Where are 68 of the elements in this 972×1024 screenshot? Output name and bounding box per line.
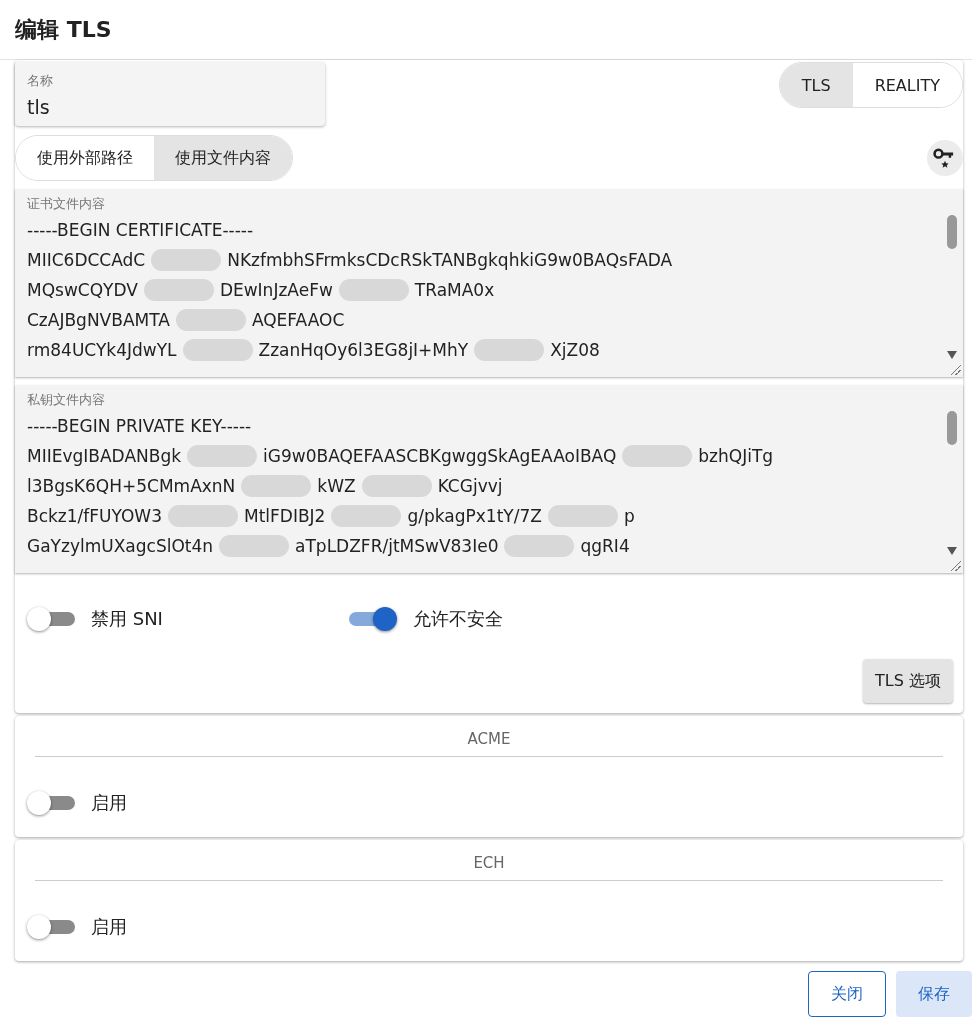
save-button[interactable]: 保存	[896, 971, 972, 1017]
redaction-mark	[187, 445, 258, 467]
redaction-mark	[474, 339, 545, 361]
segment-tab[interactable]: 使用文件内容	[154, 136, 292, 180]
text-line: GaYzylmUXagcSlOt4n	[27, 536, 214, 556]
field-label: 名称	[27, 72, 54, 90]
redaction-mark	[361, 475, 432, 497]
text-line: MtlFDIBJ2	[244, 506, 326, 526]
section-title: ACME	[466, 730, 512, 748]
text-line: bzhQJiTg	[698, 446, 774, 466]
section-title: ECH	[472, 854, 506, 872]
redaction-mark	[143, 279, 214, 301]
scroll-down-arrow-icon[interactable]	[947, 351, 957, 359]
text-line: DEwInJzAeFw	[219, 280, 333, 300]
close-button[interactable]: 关闭	[808, 971, 886, 1017]
text-line: MQswCQYDV	[27, 280, 138, 300]
redaction-mark	[622, 445, 693, 467]
tls-options-button[interactable]: TLS 选项	[863, 659, 953, 703]
segment-tab[interactable]: TLS	[779, 63, 853, 107]
text-line: qgRI4	[580, 536, 630, 556]
text-line: CzAJBgNVBAMTA	[27, 310, 170, 330]
switch-label: 允许不安全	[413, 607, 503, 631]
toggle-switch[interactable]	[27, 606, 77, 632]
text-line: AQEFAAOC	[251, 310, 345, 330]
text-line: l3BgsK6QH+5CMmAxnN	[27, 476, 236, 496]
text-area[interactable]: 证书文件内容 -----BEGIN CERTIFICATE----- MIIC6DCCAdC NKzfmbhSFrmksCDcRSkTANBgkqhkiG9w0BAQsFADA MQswCQYDV DEwInJzAeFw TRaMA0x CzAJBgNVBAMTA AQEFAAOC rm84UCYk4JdwYL ZzanHqOy6l3EG8jI+MhY XjZ08	[15, 189, 963, 377]
redaction-mark	[338, 279, 409, 301]
scrollbar-thumb[interactable]	[947, 411, 957, 445]
text-line: iG9w0BAQEFAASCBKgwggSkAgEAAoIBAQ	[263, 446, 617, 466]
text-line: kWZ	[317, 476, 356, 496]
text-line: p	[623, 506, 635, 526]
text-line: -----BEGIN PRIVATE KEY-----	[27, 416, 252, 436]
text-line: ZzanHqOy6l3EG8jI+MhY	[258, 340, 469, 360]
text-line: NKzfmbhSFrmksCDcRSkTANBgkqhkiG9w0BAQsFADA	[227, 250, 673, 270]
scrollbar-thumb[interactable]	[947, 215, 957, 249]
redaction-mark	[182, 339, 253, 361]
text-line: Bckz1/fFUYOW3	[27, 506, 162, 526]
text-line: aTpLDZFR/jtMSwV83Ie0	[295, 536, 499, 556]
text-line: rm84UCYk4JdwYL	[27, 340, 177, 360]
text-line: MIIC6DCCAdC	[27, 250, 146, 270]
text-line: -----BEGIN CERTIFICATE-----	[27, 220, 254, 240]
toggle-switch[interactable]	[27, 914, 77, 940]
text-line: g/pkagPx1tY/7Z	[407, 506, 542, 526]
redaction-mark	[175, 309, 246, 331]
text-area[interactable]	[15, 385, 963, 573]
dialog-title: 编辑 TLS	[15, 15, 112, 44]
redaction-mark	[331, 505, 402, 527]
field-value: tls	[27, 96, 51, 118]
redaction-mark	[504, 535, 575, 557]
scroll-down-arrow-icon[interactable]	[947, 547, 957, 555]
text-line: KCGjvvj	[437, 476, 503, 496]
text-line: XjZ08	[550, 340, 600, 360]
toggle-switch[interactable]	[27, 790, 77, 816]
redaction-mark	[168, 505, 238, 527]
switch-label: 启用	[91, 915, 127, 939]
toggle-switch[interactable]	[349, 606, 399, 632]
text-line: MIIEvgIBADANBgk	[27, 446, 182, 466]
redaction-mark	[219, 535, 290, 557]
text-line: TRaMA0x	[414, 280, 495, 300]
switch-label: 禁用 SNI	[91, 607, 163, 631]
name-field[interactable]: 名称 tls	[15, 62, 325, 126]
field-label: 证书文件内容	[27, 195, 106, 213]
redaction-mark	[547, 505, 618, 527]
switch-label: 启用	[91, 791, 127, 815]
redaction-mark	[151, 249, 222, 271]
redaction-mark	[241, 475, 312, 497]
field-label: 私钥文件内容	[27, 391, 106, 409]
key-button[interactable]	[927, 140, 963, 176]
